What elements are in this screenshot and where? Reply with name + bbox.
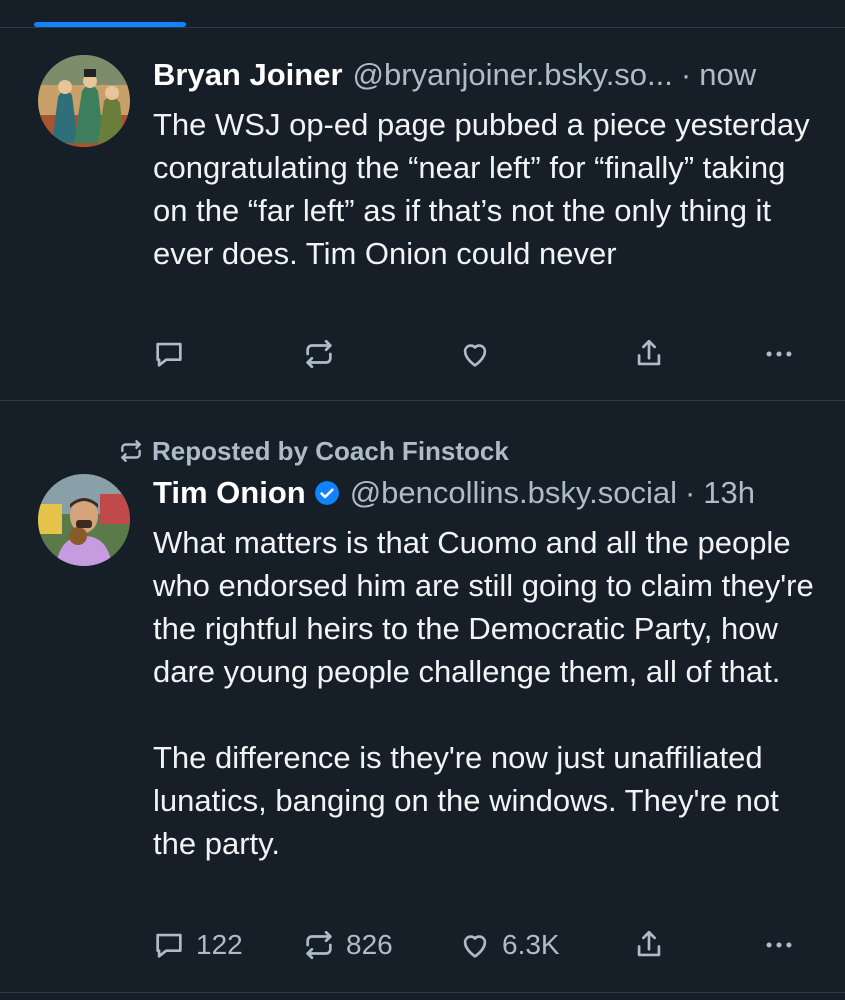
author-name[interactable]: Bryan Joiner	[153, 57, 343, 93]
repost-icon	[306, 930, 332, 960]
post-header: Bryan Joiner @bryanjoiner.bsky.so... · n…	[153, 55, 815, 95]
verified-badge-icon	[314, 481, 339, 505]
post-timestamp[interactable]: 13h	[703, 475, 755, 511]
reply-button[interactable]	[152, 332, 186, 376]
author-name[interactable]: Tim Onion	[153, 475, 306, 511]
share-icon	[637, 339, 661, 366]
feed-post[interactable]: Reposted by Coach Finstock Tim Onion @be…	[0, 401, 845, 991]
repost-label: Reposted by Coach Finstock	[152, 435, 509, 466]
like-icon	[463, 935, 487, 958]
repost-button[interactable]: 826	[302, 923, 393, 967]
post-timestamp[interactable]: now	[699, 57, 756, 93]
header-separator: ·	[684, 475, 696, 510]
post-actions: 122 826 6.3K	[150, 923, 810, 967]
reply-icon	[156, 933, 182, 958]
more-options-button[interactable]	[762, 923, 796, 967]
avatar[interactable]	[38, 55, 130, 147]
share-button[interactable]	[632, 923, 666, 967]
post-header: Tim Onion @bencollins.bsky.social · 13h	[153, 473, 815, 513]
post-text: The WSJ op-ed page pubbed a piece yester…	[153, 107, 819, 271]
repost-icon	[306, 339, 332, 369]
post-divider	[0, 992, 845, 993]
like-button[interactable]: 6.3K	[458, 923, 560, 967]
avatar[interactable]	[38, 474, 130, 566]
post-text: What matters is that Cuomo and all the p…	[153, 525, 814, 861]
author-handle[interactable]: @bryanjoiner.bsky.so...	[353, 57, 673, 93]
repost-attribution[interactable]: Reposted by Coach Finstock	[118, 433, 509, 469]
like-button[interactable]	[458, 332, 492, 376]
more-icon	[766, 942, 792, 948]
reply-count: 122	[196, 929, 243, 960]
author-handle[interactable]: @bencollins.bsky.social	[350, 475, 677, 511]
feed-post[interactable]: Bryan Joiner @bryanjoiner.bsky.so... · n…	[0, 28, 845, 400]
like-count: 6.3K	[502, 929, 560, 960]
share-button[interactable]	[632, 332, 666, 376]
more-options-button[interactable]	[762, 332, 796, 376]
share-icon	[637, 930, 661, 957]
more-icon	[766, 351, 792, 357]
post-actions	[150, 332, 810, 376]
like-icon	[463, 344, 487, 367]
repost-button[interactable]	[302, 332, 336, 376]
header-separator: ·	[680, 57, 692, 92]
repost-icon	[121, 440, 141, 462]
repost-count: 826	[346, 929, 393, 960]
reply-icon	[156, 342, 182, 367]
reply-button[interactable]: 122	[152, 923, 243, 967]
